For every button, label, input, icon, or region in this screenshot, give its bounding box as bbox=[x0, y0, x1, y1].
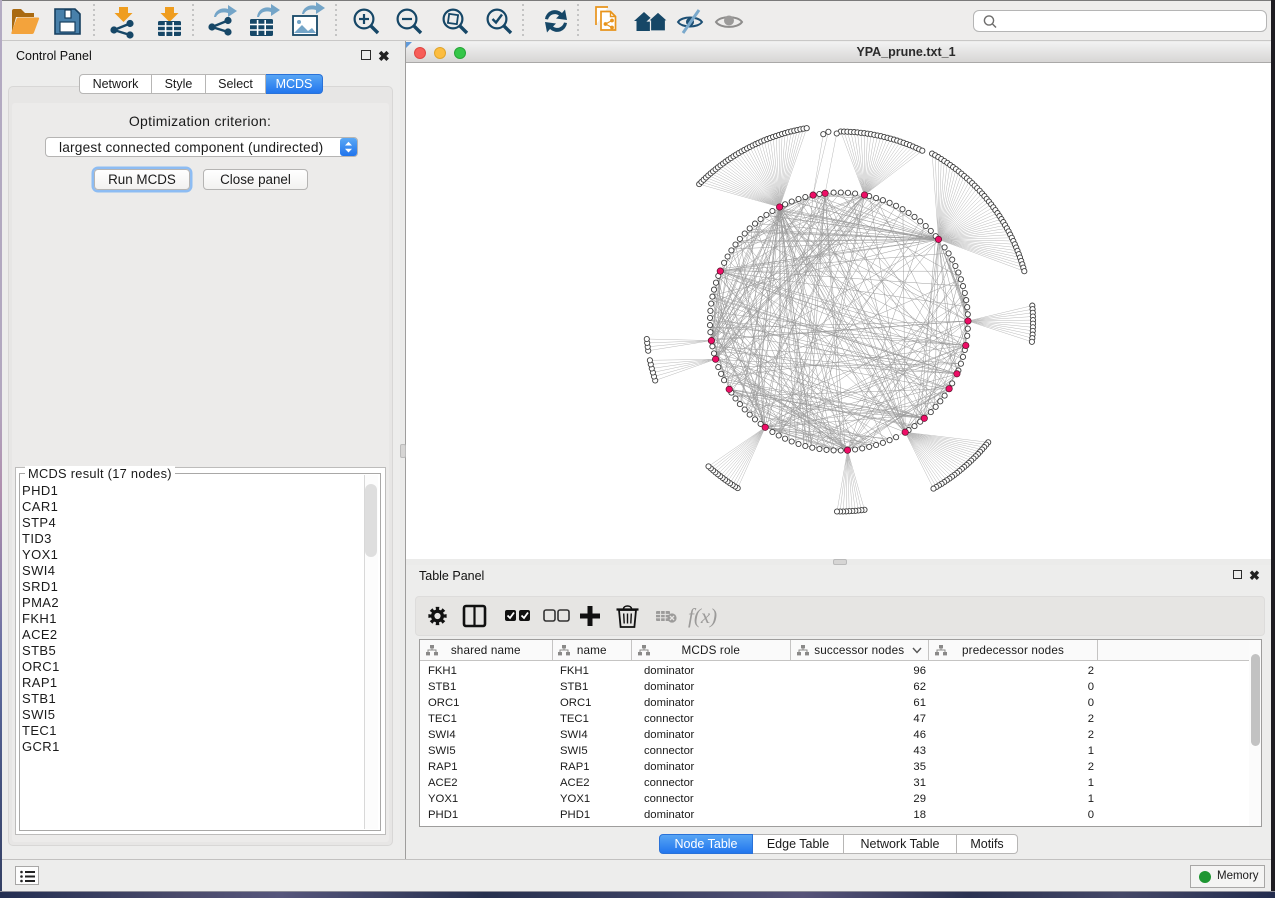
svg-text:f(x): f(x) bbox=[688, 604, 717, 628]
